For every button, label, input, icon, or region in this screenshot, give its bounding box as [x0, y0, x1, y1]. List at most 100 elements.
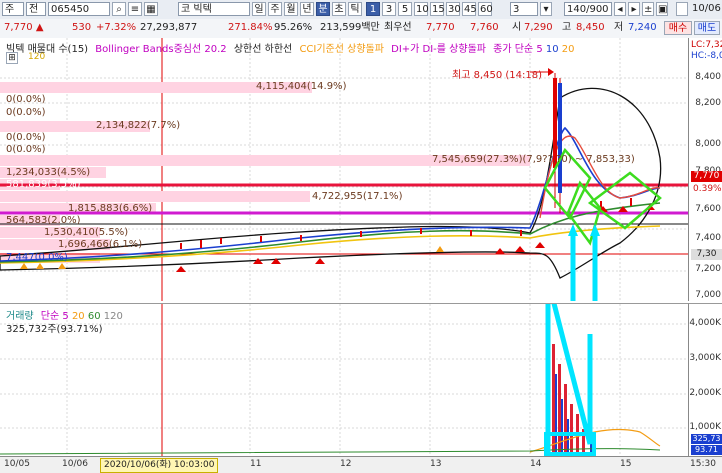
legend-upper[interactable]: 상한선 — [234, 44, 262, 55]
time-axis[interactable]: 10/05 10/06 2020/10/06(화) 10:03:00 11 12… — [0, 456, 722, 473]
legend-sub: 120 — [28, 52, 46, 62]
market-type-select[interactable]: 주 — [2, 2, 24, 16]
price-change-pct: +7.32% — [96, 22, 137, 33]
vp-label: 7,545,659(27.3%)(7,9??,?0) ~ 7,853,33) — [432, 154, 635, 165]
time-tick: 14 — [530, 459, 542, 469]
period-year[interactable]: 년 — [300, 2, 314, 16]
current-price: 7,770 ▲ — [4, 22, 44, 33]
menu-icon[interactable]: ≡ — [128, 2, 142, 16]
interval-input[interactable]: 3 — [510, 2, 538, 16]
ask-price: 7,770 — [426, 22, 455, 33]
period-tick[interactable]: 틱 — [348, 2, 362, 16]
lc-label: LC:7,32 — [691, 40, 722, 50]
level-marker: 7,30 — [691, 249, 722, 260]
legend-ma10[interactable]: 10 — [546, 44, 559, 55]
turnover-rate: 95.26% — [274, 22, 313, 33]
period-week[interactable]: 주 — [268, 2, 282, 16]
current-pct-marker: 0.39% — [693, 184, 722, 194]
price-axis[interactable]: LC:7,32 HC:-8,0 8,400 8,200 8,000 7,800 … — [688, 38, 722, 301]
period-month[interactable]: 월 — [284, 2, 298, 16]
volume-tick: 3,000K — [689, 353, 721, 363]
legend-ma20[interactable]: 20 — [562, 44, 575, 55]
price-chart-canvas — [0, 38, 688, 301]
volume-tick: 2,000K — [689, 388, 721, 398]
period-day[interactable]: 일 — [252, 2, 266, 16]
price-tick: 8,400 — [695, 72, 721, 82]
best-quote-label: 최우선 — [384, 22, 412, 33]
checkbox[interactable] — [676, 2, 688, 16]
data-count-field[interactable]: 140/900 — [564, 2, 612, 16]
buy-button[interactable]: 매수 — [664, 21, 692, 35]
volume-ratio: 271.84% — [228, 22, 273, 33]
price-tick: 7,400 — [695, 233, 721, 243]
vp-label: 7,447(0.0%) — [6, 252, 68, 263]
interval-3[interactable]: 3 — [382, 2, 396, 16]
volume-axis[interactable]: 4,000K 3,000K 2,000K 1,000K 325,73 93.71 — [688, 303, 722, 457]
market-badge: 코 — [181, 4, 191, 15]
time-tick: 15 — [620, 459, 632, 469]
interval-30[interactable]: 30 — [446, 2, 461, 16]
interval-1[interactable]: 1 — [366, 2, 380, 16]
grid-icon[interactable]: ▦ — [144, 2, 158, 16]
price-tick: 7,000 — [695, 290, 721, 300]
grid-toggle-icon[interactable]: ⊞ — [6, 52, 18, 64]
vp-label: 0(0.0%) — [6, 132, 46, 143]
volume-current-marker: 325,73 — [691, 434, 722, 444]
vp-label: 0(0.0%) — [6, 94, 46, 105]
period-second[interactable]: 초 — [332, 2, 346, 16]
stock-name: 빅텍 — [193, 4, 212, 15]
vp-label: 4,115,404(14.9%) — [256, 81, 347, 92]
prev-arrow-icon[interactable]: ◂ — [614, 2, 626, 16]
vp-label: 0(0.0%) — [6, 144, 46, 155]
time-tick: 12 — [340, 459, 352, 469]
open-price: 7,290 — [524, 22, 553, 33]
legend-bollinger[interactable]: Bollinger Bands중심선 20.2 — [95, 44, 226, 55]
legend-dmi[interactable]: DI+가 DI-를 상향돌파 — [391, 44, 486, 55]
legend-title: 빅텍 매물대 수(15) — [6, 44, 89, 55]
search-icon[interactable]: ⌕ — [112, 2, 126, 16]
legend-cci[interactable]: CCI기준선 상향돌파 — [299, 44, 384, 55]
prev-select[interactable]: 전 — [26, 2, 46, 16]
legend-ma[interactable]: 종가 단순 5 — [493, 44, 543, 55]
volume-tick: 1,000K — [689, 422, 721, 432]
interval-15[interactable]: 15 — [430, 2, 445, 16]
price-chart-panel[interactable]: 빅텍 매물대 수(15) Bollinger Bands중심선 20.2 상한선… — [0, 38, 688, 301]
bid-price: 7,760 — [470, 22, 499, 33]
interval-60[interactable]: 60 — [478, 2, 493, 16]
vp-label: 1,696,466(6.1%) — [58, 239, 143, 250]
legend-lower[interactable]: 하한선 — [265, 44, 293, 55]
vp-label: 1,815,883(6.6%) — [68, 203, 153, 214]
vp-label: 1,530,410(5.5%) — [44, 227, 129, 238]
vp-label: 564,583(2.0%) — [6, 215, 81, 226]
low-label: 저 — [614, 22, 624, 33]
price-tick: 8,000 — [695, 139, 721, 149]
price-change: 530 — [72, 22, 92, 33]
time-tick: 15:30 — [690, 459, 716, 469]
cursor-time-label: 2020/10/06(화) 10:03:00 — [100, 458, 219, 473]
interval-10[interactable]: 10 — [414, 2, 429, 16]
next-arrow-icon[interactable]: ▸ — [628, 2, 640, 16]
sell-button[interactable]: 매도 — [694, 21, 720, 35]
volume-value: 27,293,877 — [140, 22, 198, 33]
volume-ma120[interactable]: 120 — [104, 311, 123, 322]
zoom-icon[interactable]: ± — [642, 2, 654, 16]
period-minute[interactable]: 분 — [316, 2, 330, 16]
price-tick: 7,600 — [695, 204, 721, 214]
high-label: 고 — [562, 22, 572, 33]
interval-45[interactable]: 45 — [462, 2, 477, 16]
interval-5[interactable]: 5 — [398, 2, 412, 16]
time-tick: 10/05 — [4, 459, 30, 469]
low-price: 7,240 — [628, 22, 657, 33]
open-label: 시 — [512, 22, 522, 33]
stock-name-field[interactable]: 코 빅텍 — [178, 2, 250, 16]
current-price-marker: 7,770 — [691, 171, 722, 182]
volume-value: 325,732주(93.71%) — [6, 324, 103, 335]
volume-pct-marker: 93.71 — [691, 445, 722, 455]
quote-bar: 7,770 ▲ 530 +7.32% 27,293,877 271.84% 95… — [0, 19, 722, 39]
lock-icon[interactable]: ▣ — [656, 2, 668, 16]
time-tick: 10/06 — [62, 459, 88, 469]
volume-panel[interactable]: 거래량 단순 5 20 60 120 325,732주(93.71%) — [0, 303, 688, 457]
chevron-down-icon[interactable]: ▾ — [540, 2, 552, 16]
stock-code-input[interactable]: 065450 — [48, 2, 110, 16]
trade-amount: 213,599백만 — [320, 22, 380, 33]
